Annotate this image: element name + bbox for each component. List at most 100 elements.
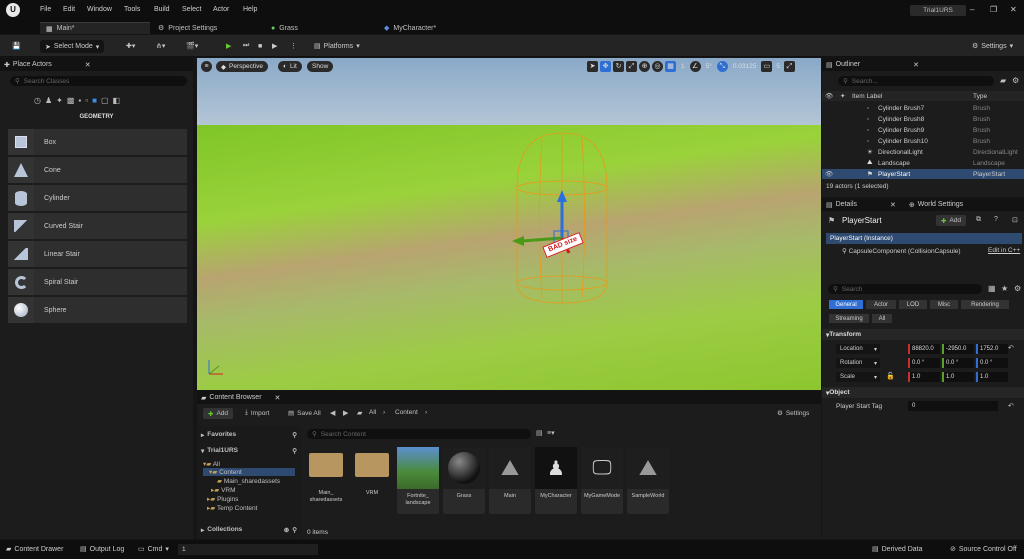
level-viewport[interactable]: ≡ ◆ Perspective ◐ Lit Show ➤ ✥ ↻ ⤢ ⊕ ◎ ▦… <box>197 58 821 390</box>
cinematic-icon[interactable]: ▪ <box>78 96 81 105</box>
content-drawer-button[interactable]: ▰ Content Drawer <box>6 545 63 554</box>
actor-item-cone[interactable]: Cone <box>8 157 187 183</box>
favorites-star-icon[interactable]: ★ <box>1001 284 1008 293</box>
step-icon[interactable]: ⏭ <box>243 40 249 52</box>
tree-item-main-sharedassets[interactable]: ▰ Main_sharedassets <box>217 477 280 485</box>
search-icon[interactable]: ⚲ <box>292 431 297 439</box>
recent-icon[interactable]: ◷ <box>34 96 41 105</box>
play-icon[interactable]: ▶ <box>226 40 231 52</box>
asset-sampleworld[interactable]: ⛰ SampleWorld <box>627 447 669 514</box>
more-options-icon[interactable]: ⋮ <box>290 40 297 52</box>
details-settings-icon[interactable]: ⚙ <box>1014 284 1021 293</box>
tree-item-all[interactable]: ▾▰ All <box>203 460 220 468</box>
player-start-tag-field[interactable]: 0 <box>908 401 998 411</box>
category-actor[interactable]: Actor <box>866 300 896 309</box>
tab-mycharacter[interactable]: ◆ MyCharacter* <box>378 22 442 34</box>
table-row[interactable]: ▫ Cylinder Brush9 Brush <box>822 125 1024 135</box>
import-button[interactable]: ⤓ Import <box>245 409 269 417</box>
search-icon[interactable]: ⚲ <box>292 447 297 455</box>
save-search-icon[interactable]: ▤ <box>536 429 543 437</box>
maximize-viewport-icon[interactable]: ⤢ <box>783 61 795 72</box>
eject-icon[interactable]: ▶ <box>272 40 277 52</box>
lit-button[interactable]: ◐ Lit <box>278 61 302 72</box>
table-row[interactable]: ▫ Cylinder Brush7 Brush <box>822 103 1024 113</box>
maximize-icon[interactable]: ❐ <box>990 5 997 14</box>
menu-window[interactable]: Window <box>87 6 112 13</box>
project-section[interactable]: ▾ Trial1URS ⚲ <box>201 445 297 456</box>
table-row[interactable]: ▫ Cylinder Brush10 Brush <box>822 136 1024 146</box>
location-dropdown[interactable]: Location ▾ <box>836 344 880 354</box>
reset-location-icon[interactable]: ↶ <box>1008 344 1014 352</box>
folder-main-sharedassets[interactable] <box>309 453 343 477</box>
back-icon[interactable]: ◀ <box>330 409 335 417</box>
angle-snap-value[interactable]: 5° <box>703 63 715 70</box>
rotation-y-field[interactable]: 0.0 ° <box>942 358 974 368</box>
close-tab-icon[interactable]: ✕ <box>275 394 281 402</box>
col-item-label[interactable]: Item Label <box>852 93 882 100</box>
help-icon[interactable]: ? <box>994 216 998 223</box>
add-folder-icon[interactable]: ▰ <box>1000 76 1006 85</box>
basic-icon[interactable]: ♟ <box>45 96 52 105</box>
show-button[interactable]: Show <box>307 61 334 72</box>
tab-details[interactable]: Details <box>836 201 857 208</box>
forward-icon[interactable]: ▶ <box>343 409 348 417</box>
all-classes-icon[interactable]: ◧ <box>113 96 121 105</box>
table-row[interactable]: ☀ DirectionalLight DirectionalLight <box>822 147 1024 157</box>
tab-project-settings[interactable]: ⚙ Project Settings <box>152 22 223 34</box>
visual-effects-icon[interactable]: ▫ <box>85 96 88 105</box>
outliner-settings-icon[interactable]: ⚙ <box>1012 76 1019 85</box>
menu-help[interactable]: Help <box>243 6 257 13</box>
scale-z-field[interactable]: 1.0 <box>976 372 1008 382</box>
folder-vrm[interactable] <box>355 453 389 477</box>
category-misc[interactable]: Misc <box>930 300 958 309</box>
actor-item-spiral-stair[interactable]: Spiral Stair <box>8 269 187 295</box>
source-control-button[interactable]: ⊘ Source Control Off <box>950 545 1017 554</box>
scale-tool-icon[interactable]: ⤢ <box>626 61 637 72</box>
volumes-icon[interactable]: ▢ <box>101 96 109 105</box>
add-collection-icon[interactable]: ⊕ <box>284 526 289 534</box>
actor-item-cylinder[interactable]: Cylinder <box>8 185 187 211</box>
scale-dropdown[interactable]: Scale ▾ <box>836 372 880 382</box>
perspective-button[interactable]: ◆ Perspective <box>216 61 268 72</box>
collections-section[interactable]: ▸ Collections ⊕ ⚲ <box>201 524 297 535</box>
reset-tag-icon[interactable]: ↶ <box>1008 402 1014 410</box>
blueprint-convert-icon[interactable]: ⧉ <box>976 216 981 224</box>
actor-item-linear-stair[interactable]: Linear Stair <box>8 241 187 267</box>
location-z-field[interactable]: 1752.0 <box>976 344 1008 354</box>
menu-actor[interactable]: Actor <box>213 6 229 13</box>
asset-main[interactable]: ⛰ Main <box>489 447 531 514</box>
scale-x-field[interactable]: 1.0 <box>908 372 940 382</box>
close-tab-icon[interactable]: ✕ <box>85 61 91 69</box>
lock-icon[interactable]: ⊡ <box>1012 216 1018 224</box>
search-icon[interactable]: ⚲ <box>292 526 297 534</box>
category-streaming[interactable]: Streaming <box>829 314 869 323</box>
table-row-selected[interactable]: 👁 ⚑ PlayerStart PlayerStart <box>822 169 1024 179</box>
tree-item-vrm[interactable]: ▸▰ VRM <box>211 486 236 494</box>
category-rendering[interactable]: Rendering <box>961 300 1009 309</box>
tab-world-settings[interactable]: World Settings <box>918 201 963 208</box>
close-tab-icon[interactable]: ✕ <box>913 61 919 69</box>
unreal-logo-icon[interactable]: U <box>6 3 20 17</box>
output-log-button[interactable]: ▤ Output Log <box>80 545 124 554</box>
rotation-dropdown[interactable]: Rotation ▾ <box>836 358 880 368</box>
component-row[interactable]: ⚲ CapsuleComponent (CollisionCapsule) <box>842 247 961 255</box>
minimize-icon[interactable]: – <box>970 5 974 14</box>
asset-mycharacter[interactable]: ♟ MyCharacter <box>535 447 577 514</box>
asset-grass[interactable]: Grass <box>443 447 485 514</box>
tree-item-plugins[interactable]: ▸▰ Plugins <box>207 495 238 503</box>
menu-edit[interactable]: Edit <box>63 6 75 13</box>
actor-item-sphere[interactable]: Sphere <box>8 297 187 323</box>
location-x-field[interactable]: 88820.0 <box>908 344 940 354</box>
scale-snap-icon[interactable]: ⤡ <box>716 61 728 72</box>
surface-snap-icon[interactable]: ◎ <box>652 61 663 72</box>
platforms-dropdown[interactable]: ▤ Platforms ▾ <box>314 40 360 52</box>
actor-item-curved-stair[interactable]: Curved Stair <box>8 213 187 239</box>
scale-y-field[interactable]: 1.0 <box>942 372 974 382</box>
save-all-button[interactable]: ▤ Save All <box>288 409 321 418</box>
add-button[interactable]: ✚ Add <box>203 408 234 419</box>
tab-main[interactable]: ▦ Main* <box>40 22 150 34</box>
actor-name[interactable]: PlayerStart <box>842 216 882 225</box>
breadcrumb-content[interactable]: Content <box>395 409 418 416</box>
scale-lock-icon[interactable]: 🔓 <box>886 372 895 380</box>
viewport-menu-icon[interactable]: ≡ <box>201 61 212 72</box>
